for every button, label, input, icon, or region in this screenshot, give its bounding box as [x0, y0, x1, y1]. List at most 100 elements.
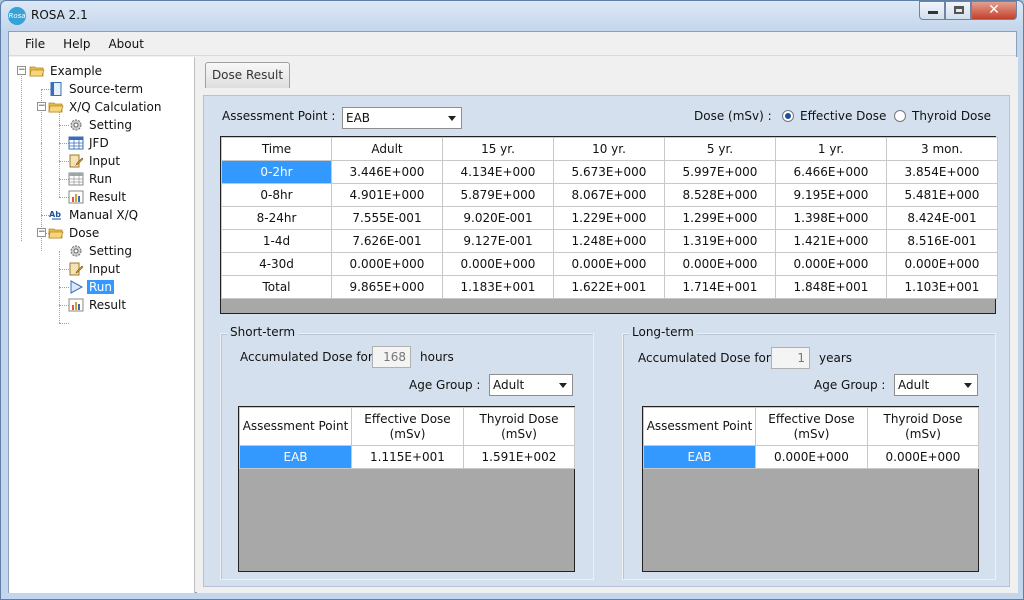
tree-item-xq-jfd[interactable]: JFD: [68, 134, 111, 152]
tree-item-manual-xq[interactable]: Ab Manual X/Q: [48, 206, 140, 224]
tree-item-xq-run[interactable]: Run: [68, 170, 114, 188]
collapse-toggle-example[interactable]: −: [17, 66, 26, 75]
tree-connector: [59, 107, 60, 197]
table-cell[interactable]: 3.854E+000: [886, 160, 998, 184]
dose-result-table[interactable]: Time Adult 15 yr. 10 yr. 5 yr. 1 yr. 3 mon. 0-…: [220, 136, 998, 314]
menu-help[interactable]: Help: [55, 34, 98, 54]
table-cell[interactable]: 7.626E-001: [331, 229, 443, 253]
table-cell[interactable]: 0.000E+000: [553, 252, 665, 276]
table-cell[interactable]: 0.000E+000: [755, 445, 868, 469]
time-cell[interactable]: 8-24hr: [221, 206, 332, 230]
table-cell[interactable]: 1.299E+000: [664, 206, 776, 230]
table-cell[interactable]: 1.591E+002: [463, 445, 575, 469]
assessment-point-select[interactable]: EAB: [342, 107, 462, 129]
short-term-table[interactable]: Assessment Point Effective Dose (mSv) Th…: [238, 406, 575, 572]
title-bar[interactable]: Rosa ROSA 2.1 ✕: [1, 1, 1023, 31]
tree-item-dose-input[interactable]: Input: [68, 260, 122, 278]
table-cell[interactable]: 1.398E+000: [775, 206, 887, 230]
gear-icon: [70, 245, 82, 257]
table-cell[interactable]: 6.466E+000: [775, 160, 887, 184]
table-cell[interactable]: 0.000E+000: [442, 252, 554, 276]
table-cell[interactable]: 7.555E-001: [331, 206, 443, 230]
tree-item-dose-run[interactable]: Run: [68, 278, 115, 296]
client-area: File Help About − Example Source-term − …: [8, 31, 1018, 593]
tree-item-source-term[interactable]: Source-term: [48, 80, 145, 98]
table-cell[interactable]: EAB: [239, 445, 352, 469]
time-cell[interactable]: 1-4d: [221, 229, 332, 253]
table-cell[interactable]: 5.997E+000: [664, 160, 776, 184]
table-row[interactable]: 8-24hr 7.555E-001 9.020E-001 1.229E+000 1.29…: [221, 206, 998, 230]
table-cell[interactable]: 0.000E+000: [331, 252, 443, 276]
time-cell[interactable]: 0-8hr: [221, 183, 332, 207]
table-cell[interactable]: 1.622E+001: [553, 275, 665, 299]
tree-item-xq-result[interactable]: Result: [68, 188, 128, 206]
table-row[interactable]: 4-30d 0.000E+000 0.000E+000 0.000E+000 0.000…: [221, 252, 998, 276]
long-term-table[interactable]: Assessment Point Effective Dose (mSv) Th…: [642, 406, 979, 572]
menu-about[interactable]: About: [100, 34, 151, 54]
tree-item-dose-result[interactable]: Result: [68, 296, 128, 314]
tree-item-dose-setting[interactable]: Setting: [68, 242, 134, 260]
table-row[interactable]: 0-8hr 4.901E+000 5.879E+000 8.067E+000 8.528…: [221, 183, 998, 207]
maximize-button[interactable]: [945, 1, 971, 20]
table-row[interactable]: EAB 1.115E+001 1.591E+002: [239, 445, 575, 469]
table-cell[interactable]: 8.516E-001: [886, 229, 998, 253]
table-cell[interactable]: 5.673E+000: [553, 160, 665, 184]
table-row[interactable]: 1-4d 7.626E-001 9.127E-001 1.248E+000 1.319E…: [221, 229, 998, 253]
time-cell[interactable]: 4-30d: [221, 252, 332, 276]
collapse-toggle-dose[interactable]: −: [37, 228, 46, 237]
time-cell[interactable]: 0-2hr: [221, 160, 332, 184]
short-age-select[interactable]: Adult: [489, 374, 573, 396]
menu-file[interactable]: File: [17, 34, 53, 54]
table-cell[interactable]: EAB: [643, 445, 756, 469]
table-cell[interactable]: 5.481E+000: [886, 183, 998, 207]
table-cell[interactable]: 9.195E+000: [775, 183, 887, 207]
table-cell[interactable]: 4.901E+000: [331, 183, 443, 207]
table-cell[interactable]: 5.879E+000: [442, 183, 554, 207]
tree-item-example[interactable]: Example: [29, 62, 104, 80]
long-age-select[interactable]: Adult: [894, 374, 978, 396]
table-cell[interactable]: 1.229E+000: [553, 206, 665, 230]
thyroid-dose-radio[interactable]: Thyroid Dose: [894, 109, 991, 123]
tab-dose-result[interactable]: Dose Result: [205, 62, 290, 88]
table-cell[interactable]: 0.000E+000: [886, 252, 998, 276]
effective-dose-radio[interactable]: Effective Dose: [782, 109, 886, 123]
table-cell[interactable]: 8.528E+000: [664, 183, 776, 207]
tree-item-dose[interactable]: Dose: [48, 224, 101, 242]
project-tree[interactable]: − Example Source-term − X/Q Calculation …: [9, 57, 195, 593]
short-accum-input[interactable]: 168: [372, 346, 411, 368]
table-cell[interactable]: 1.103E+001: [886, 275, 998, 299]
table-cell[interactable]: 1.848E+001: [775, 275, 887, 299]
table-cell[interactable]: 1.248E+000: [553, 229, 665, 253]
tree-label: JFD: [89, 136, 109, 150]
play-icon: [70, 280, 84, 294]
table-cell[interactable]: 1.421E+000: [775, 229, 887, 253]
table-cell[interactable]: 1.319E+000: [664, 229, 776, 253]
collapse-toggle-xq[interactable]: −: [37, 102, 46, 111]
table-cell[interactable]: 8.067E+000: [553, 183, 665, 207]
tree-label: Example: [50, 64, 103, 78]
long-accum-input[interactable]: 1: [771, 347, 810, 369]
table-cell[interactable]: 9.865E+000: [331, 275, 443, 299]
table-cell[interactable]: 0.000E+000: [867, 445, 979, 469]
table-cell[interactable]: 1.115E+001: [351, 445, 464, 469]
column-header: 15 yr.: [442, 137, 554, 161]
table-row[interactable]: Total 9.865E+000 1.183E+001 1.622E+001 1.714…: [221, 275, 998, 299]
table-cell[interactable]: 3.446E+000: [331, 160, 443, 184]
table-cell[interactable]: 9.127E-001: [442, 229, 554, 253]
tree-item-xq-calculation[interactable]: X/Q Calculation: [48, 98, 163, 116]
table-row[interactable]: EAB 0.000E+000 0.000E+000: [643, 445, 979, 469]
table-cell[interactable]: 0.000E+000: [664, 252, 776, 276]
table-cell[interactable]: 1.183E+001: [442, 275, 554, 299]
tree-label: Setting: [89, 118, 132, 132]
table-cell[interactable]: 4.134E+000: [442, 160, 554, 184]
table-cell[interactable]: 8.424E-001: [886, 206, 998, 230]
table-cell[interactable]: 9.020E-001: [442, 206, 554, 230]
table-cell[interactable]: 0.000E+000: [775, 252, 887, 276]
tree-item-xq-setting[interactable]: Setting: [68, 116, 134, 134]
close-button[interactable]: ✕: [971, 1, 1017, 20]
table-cell[interactable]: 1.714E+001: [664, 275, 776, 299]
time-cell[interactable]: Total: [221, 275, 332, 299]
tree-item-xq-input[interactable]: Input: [68, 152, 122, 170]
table-row[interactable]: 0-2hr 3.446E+000 4.134E+000 5.673E+000 5.997…: [221, 160, 998, 184]
minimize-button[interactable]: [919, 1, 945, 20]
